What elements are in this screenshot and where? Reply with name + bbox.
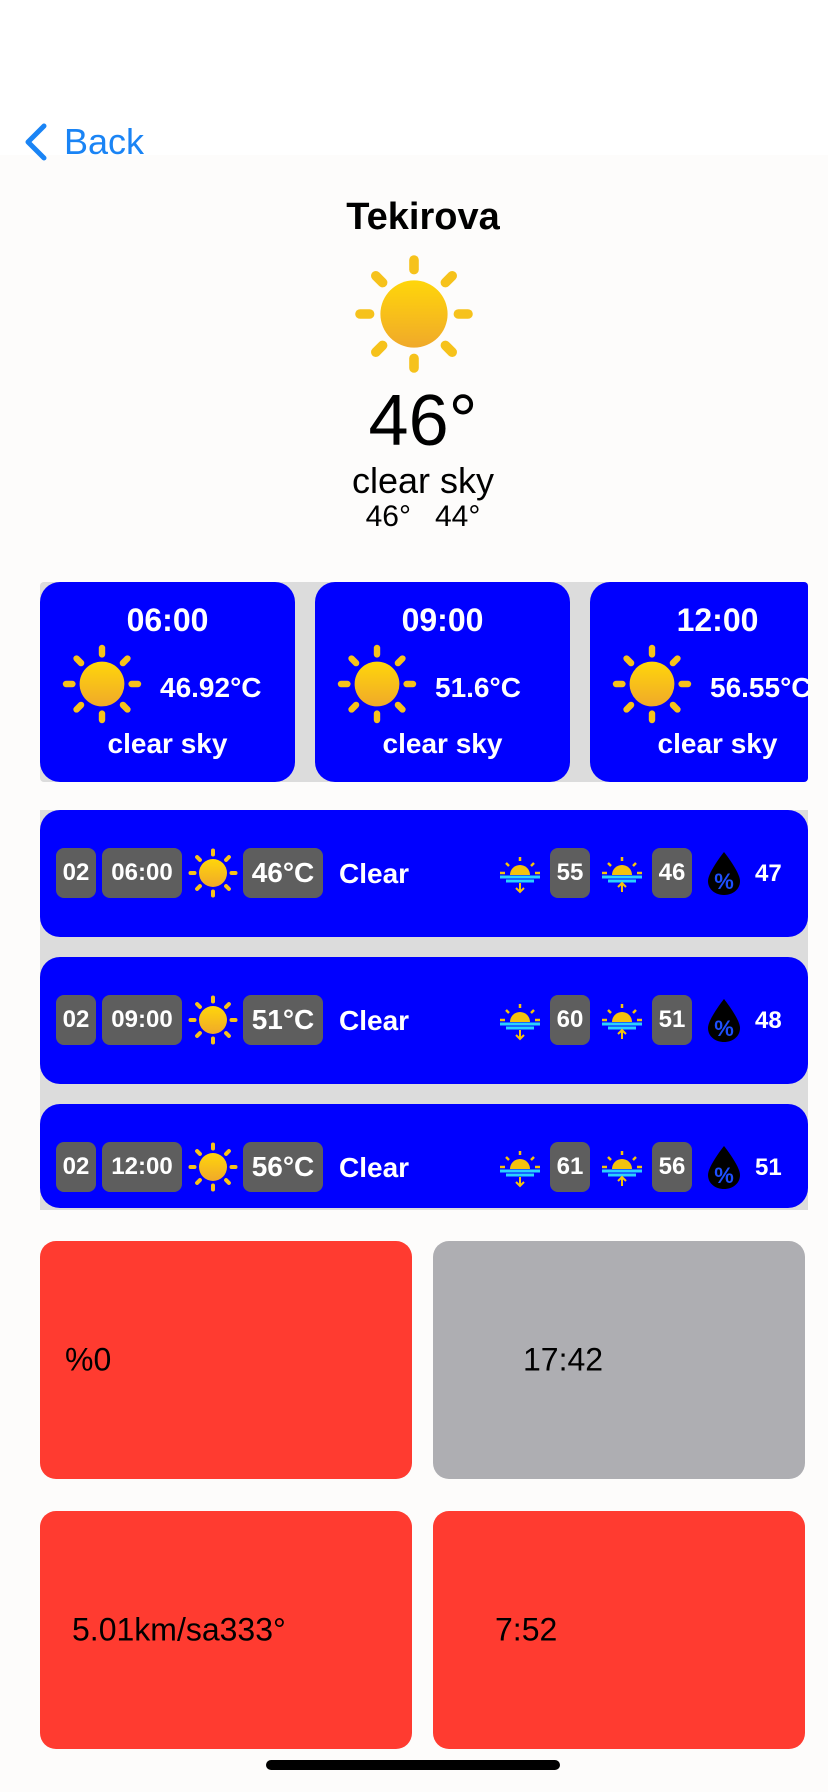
condition-label: Clear <box>339 1152 410 1183</box>
time-badge: 09:00 <box>102 995 182 1045</box>
condition-label: Clear <box>339 858 410 889</box>
hourly-description: clear sky <box>107 728 228 759</box>
hourly-description: clear sky <box>382 728 503 759</box>
hourly-time: 06:00 <box>126 602 209 638</box>
temperature-badge: 56°C <box>243 1142 323 1192</box>
min-temp-badge: 51 <box>652 995 692 1045</box>
day-badge: 02 <box>56 848 96 898</box>
hourly-temperature: 46.92°C <box>160 672 262 703</box>
sunrise-icon <box>600 857 644 895</box>
min-temp-badge: 46 <box>652 848 692 898</box>
sunset-icon <box>498 1151 542 1189</box>
forecast-row[interactable]: 02 09:00 51°C Clear 60 51 % 48 <box>40 957 808 1084</box>
svg-text:%: % <box>714 869 734 894</box>
sunset-tile[interactable]: 17:42 <box>433 1241 805 1479</box>
sunrise-time: 7:52 <box>495 1611 558 1648</box>
hourly-description: clear sky <box>657 728 778 759</box>
day-badge: 02 <box>56 995 96 1045</box>
home-indicator[interactable] <box>266 1760 560 1770</box>
low-temperature: 44° <box>435 500 481 533</box>
chevron-left-icon <box>25 123 47 161</box>
back-label: Back <box>64 121 145 162</box>
day-badge: 02 <box>56 1142 96 1192</box>
sunset-icon <box>498 1004 542 1042</box>
hourly-time: 09:00 <box>401 602 484 638</box>
back-button[interactable]: Back <box>22 118 144 166</box>
condition-label: Clear <box>339 1005 410 1036</box>
high-low-temperature: 46° 44° <box>0 500 828 534</box>
forecast-row[interactable]: 02 06:00 46°C Clear 55 46 % 47 <box>40 810 808 937</box>
sun-icon <box>188 1142 238 1192</box>
humidity-value: 51 <box>755 1154 782 1181</box>
humidity-value: 48 <box>755 1007 782 1034</box>
forecast-row[interactable]: 02 12:00 56°C Clear 61 56 % 51 <box>40 1104 808 1208</box>
sunrise-icon <box>600 1151 644 1189</box>
hourly-card[interactable]: 06:00 46.92°C clear sky <box>40 582 295 782</box>
humidity-icon: % <box>708 1146 740 1189</box>
hourly-time: 12:00 <box>676 602 759 638</box>
humidity-value: 47 <box>755 860 782 887</box>
city-name: Tekirova <box>346 196 500 238</box>
sun-icon <box>188 995 238 1045</box>
temperature-badge: 46°C <box>243 848 323 898</box>
temperature-badge: 51°C <box>243 995 323 1045</box>
high-temperature: 46° <box>365 500 411 533</box>
hourly-card[interactable]: 09:00 51.6°C clear sky <box>315 582 570 782</box>
max-temp-badge: 61 <box>550 1142 590 1192</box>
humidity-icon: % <box>708 999 740 1042</box>
sun-icon <box>612 644 692 724</box>
precipitation-value: %0 <box>65 1341 112 1378</box>
time-badge: 06:00 <box>102 848 182 898</box>
time-badge: 12:00 <box>102 1142 182 1192</box>
hourly-temperature: 56.55°C <box>710 672 808 703</box>
min-temp-badge: 56 <box>652 1142 692 1192</box>
sun-icon <box>62 644 142 724</box>
sunrise-tile[interactable]: 7:52 <box>433 1511 805 1749</box>
sun-icon <box>355 255 473 373</box>
hourly-temperature: 51.6°C <box>435 672 521 703</box>
max-temp-badge: 55 <box>550 848 590 898</box>
svg-text:%: % <box>714 1163 734 1188</box>
hourly-card[interactable]: 12:00 56.55°C clear sky <box>590 582 808 782</box>
sunset-time: 17:42 <box>523 1341 604 1378</box>
sun-icon <box>188 848 238 898</box>
svg-text:%: % <box>714 1016 734 1041</box>
hourly-scroll[interactable]: 06:00 46.92°C clear sky 09:00 51.6°C cle… <box>40 582 808 782</box>
sun-icon <box>337 644 417 724</box>
current-temperature: 46° <box>368 381 478 461</box>
wind-value: 5.01km/sa333° <box>72 1611 286 1648</box>
max-temp-badge: 60 <box>550 995 590 1045</box>
weather-description: clear sky <box>351 460 495 501</box>
precipitation-tile[interactable]: %0 <box>40 1241 412 1479</box>
humidity-icon: % <box>708 852 740 895</box>
wind-tile[interactable]: 5.01km/sa333° <box>40 1511 412 1749</box>
sunset-icon <box>498 857 542 895</box>
sunrise-icon <box>600 1004 644 1042</box>
